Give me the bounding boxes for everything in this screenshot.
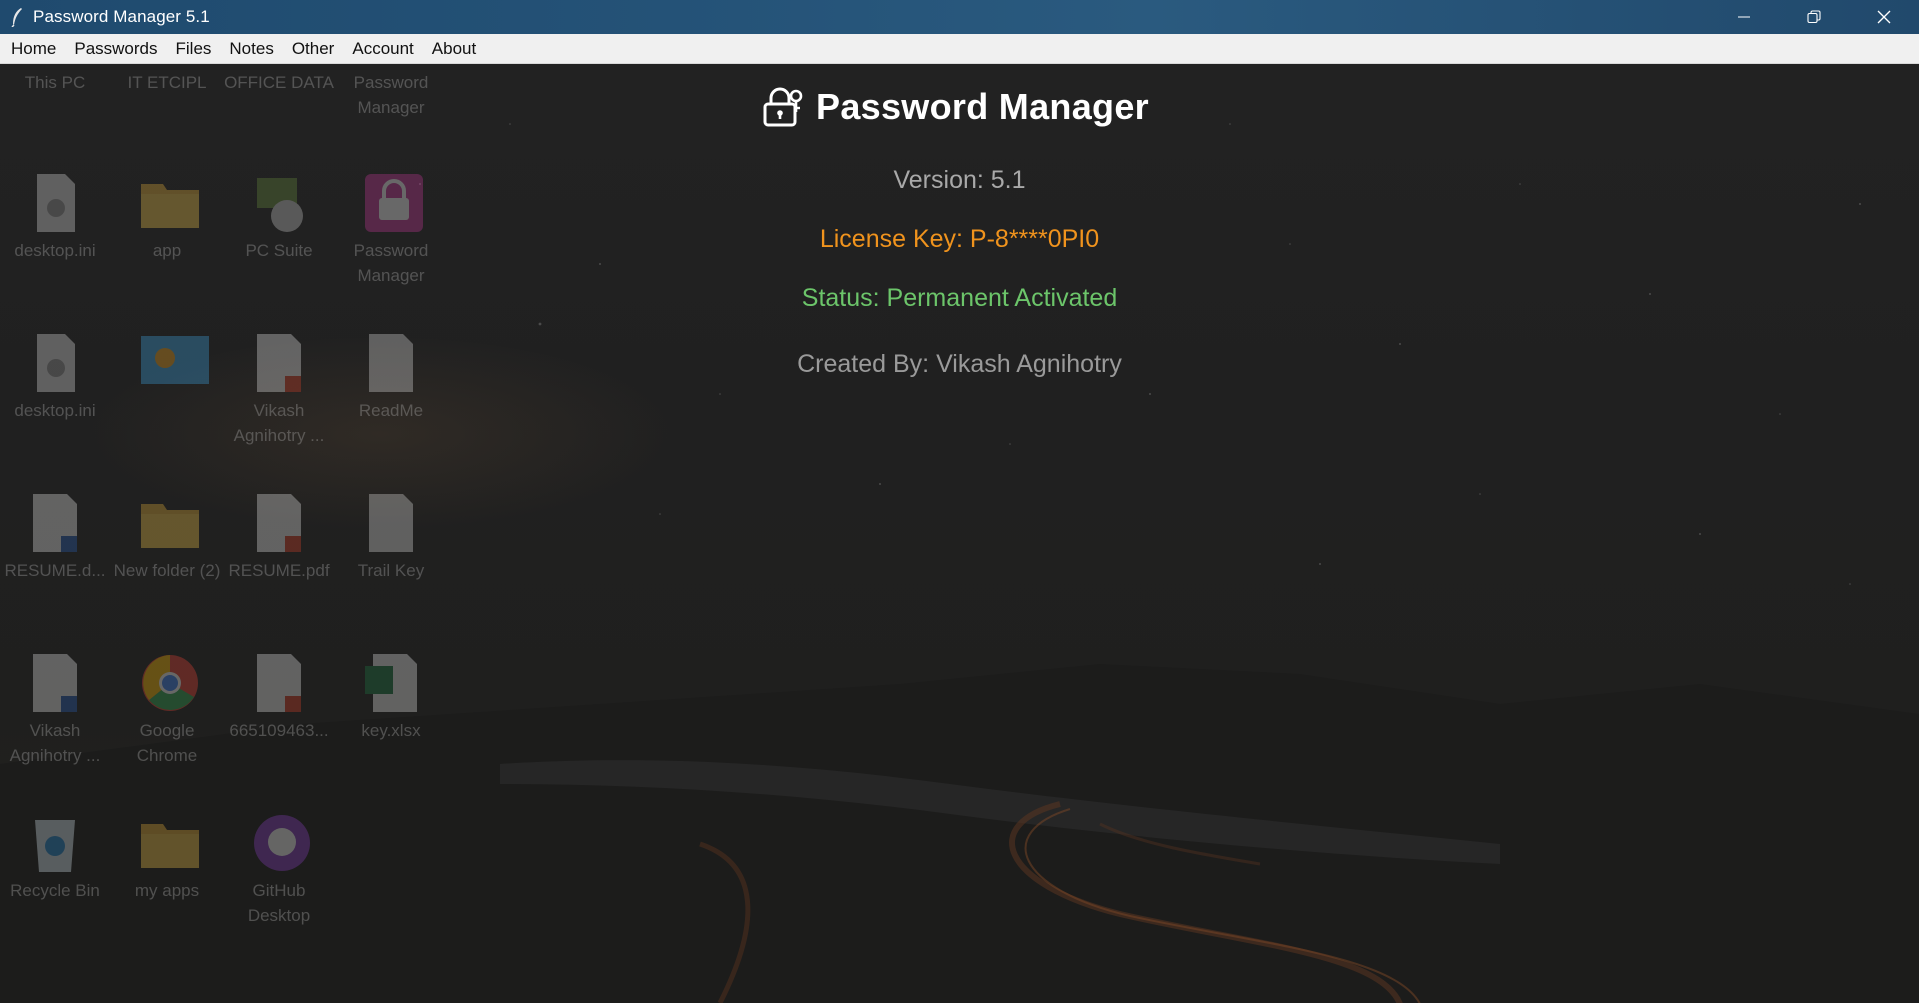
github-icon — [251, 812, 310, 874]
desktop-icon-665109463: 665109463... — [224, 652, 334, 743]
app-name-heading: Password Manager — [816, 86, 1149, 127]
desktop-icon-key-xlsx: key.xlsx — [336, 652, 446, 743]
folder-icon — [251, 64, 307, 66]
folder-icon — [363, 64, 419, 66]
desktop-icon-recycle-bin: Recycle Bin — [0, 812, 110, 903]
chrome-icon — [139, 652, 198, 714]
restore-icon — [1807, 10, 1821, 24]
minimize-icon — [1738, 16, 1750, 18]
desktop-icon-resume-doc: RESUME.d... — [0, 492, 110, 583]
desktop-icon-new-folder-2: New folder (2) — [112, 492, 222, 583]
license-key-text: License Key: P-8****0PI0 — [819, 225, 1100, 253]
lock-key-icon — [763, 87, 803, 127]
recycle-bin-icon — [27, 812, 83, 874]
about-header: Password Manager — [0, 86, 1919, 128]
desktop-icon-github-desktop: GitHub Desktop — [224, 812, 334, 928]
desktop-icon-my-apps: my apps — [112, 812, 222, 903]
pdf-file-icon — [251, 652, 307, 714]
desktop-icon-vikash-doc: Vikash Agnihotry ... — [0, 652, 110, 768]
about-panel: This PC IT ETCIPL OFFICE DATA Password M… — [0, 64, 1919, 1003]
close-icon — [1877, 10, 1891, 24]
password-manager-window: Password Manager 5.1 Home Passwords File… — [0, 0, 1919, 1003]
restore-button[interactable] — [1779, 0, 1849, 34]
activation-status-text: Status: Permanent Activated — [801, 284, 1118, 312]
menu-about[interactable]: About — [423, 34, 485, 64]
created-by-text: Created By: Vikash Agnihotry — [797, 350, 1122, 378]
desktop-icon-trail-key: Trail Key — [336, 492, 446, 583]
folder-icon — [139, 492, 199, 554]
pdf-file-icon — [251, 492, 307, 554]
feather-app-icon — [6, 6, 28, 28]
folder-icon — [139, 64, 195, 66]
window-title: Password Manager 5.1 — [33, 7, 210, 26]
desktop-icon-resume-pdf: RESUME.pdf — [224, 492, 334, 583]
menu-bar: Home Passwords Files Notes Other Account… — [0, 34, 1919, 64]
excel-file-icon — [363, 652, 419, 714]
pc-icon — [27, 64, 83, 66]
close-button[interactable] — [1849, 0, 1919, 34]
menu-files[interactable]: Files — [167, 34, 221, 64]
word-file-icon — [27, 492, 83, 554]
minimize-button[interactable] — [1709, 0, 1779, 34]
text-file-icon — [363, 492, 419, 554]
menu-account[interactable]: Account — [343, 34, 422, 64]
title-bar[interactable]: Password Manager 5.1 — [0, 0, 1919, 34]
version-text: Version: 5.1 — [893, 166, 1026, 194]
window-controls — [1709, 0, 1919, 34]
menu-passwords[interactable]: Passwords — [65, 34, 166, 64]
desktop-icon-google-chrome: Google Chrome — [112, 652, 222, 768]
folder-icon — [139, 812, 199, 874]
menu-other[interactable]: Other — [283, 34, 344, 64]
menu-notes[interactable]: Notes — [220, 34, 282, 64]
word-file-icon — [27, 652, 83, 714]
menu-home[interactable]: Home — [2, 34, 65, 64]
